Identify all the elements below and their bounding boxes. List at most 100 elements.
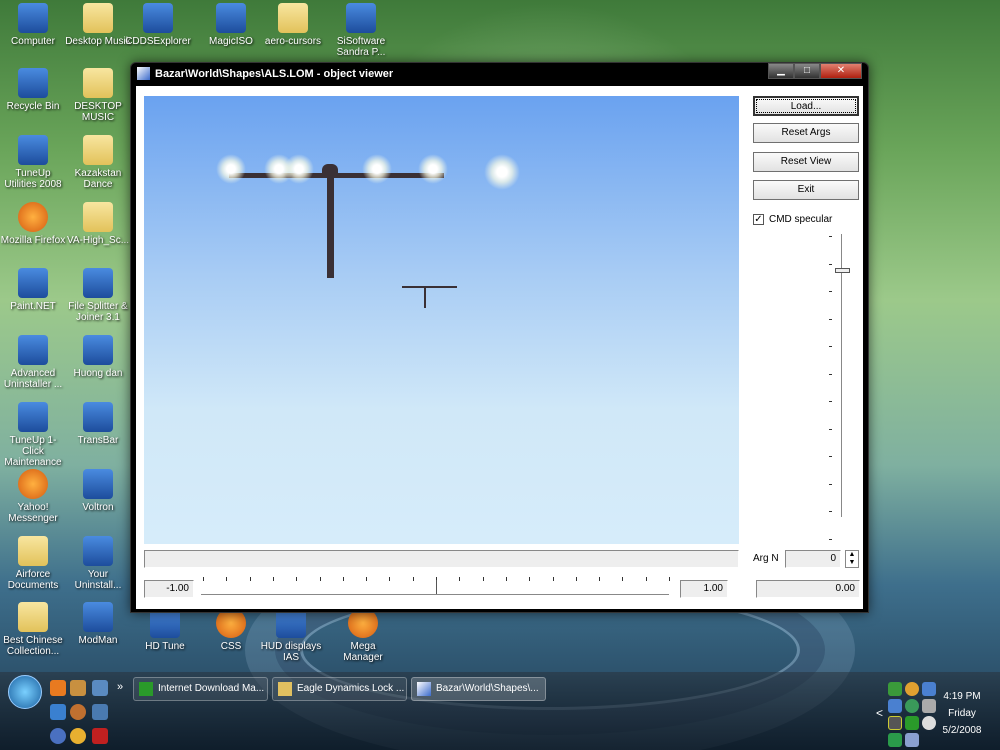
desktop-icon[interactable]: Airforce Documents xyxy=(0,536,66,591)
desktop-icon[interactable]: HUD displays IAS xyxy=(258,608,324,663)
quicklaunch-overflow[interactable]: » xyxy=(117,681,123,693)
slider-tick xyxy=(829,346,832,347)
your-uninstaller-quicklaunch-icon[interactable] xyxy=(50,728,66,744)
desktop-icon[interactable]: aero-cursors xyxy=(260,3,326,47)
desktop-icon[interactable]: Huong dan xyxy=(65,335,131,379)
utorrent-tray-icon[interactable] xyxy=(905,699,919,713)
desktop-icon[interactable]: Computer xyxy=(0,3,66,47)
load-button[interactable]: Load... xyxy=(753,96,859,116)
slider-tick xyxy=(829,538,832,540)
desktop-icon[interactable]: Paint.NET xyxy=(0,268,66,312)
tools-quicklaunch-icon[interactable] xyxy=(70,680,86,696)
desktop-quicklaunch-icon[interactable] xyxy=(92,680,108,696)
slider-tick xyxy=(829,511,832,512)
info-quicklaunch-icon[interactable] xyxy=(70,704,86,720)
lamp-glow xyxy=(362,154,392,184)
computer-icon xyxy=(18,3,48,33)
folder-icon xyxy=(18,536,48,566)
desktop-icon[interactable]: TuneUp Utilities 2008 xyxy=(0,135,66,190)
desktop-icon[interactable]: HD Tune xyxy=(132,608,198,652)
checkbox-check-icon[interactable]: ✓ xyxy=(753,214,764,225)
flag-tray-icon[interactable] xyxy=(905,716,919,730)
desktop-icon[interactable]: Advanced Uninstaller ... xyxy=(0,335,66,390)
slider-tick xyxy=(552,577,554,581)
desktop-icon[interactable]: TransBar xyxy=(65,402,131,446)
slider-tick xyxy=(829,318,832,320)
gear-tray-icon[interactable] xyxy=(905,682,919,696)
task-label: Bazar\World\Shapes\... xyxy=(436,683,539,694)
desktop-icon-label: CDDSExplorer xyxy=(125,36,191,47)
monitor-tray-icon[interactable] xyxy=(888,716,902,730)
slider-tick xyxy=(529,577,531,581)
distant-pole xyxy=(424,286,426,308)
desktop-icon[interactable]: CSS xyxy=(198,608,264,652)
e-tray-icon[interactable] xyxy=(905,733,919,747)
network-tray-icon[interactable] xyxy=(888,682,902,696)
3d-viewport[interactable] xyxy=(144,96,739,544)
tuneup-icon xyxy=(18,135,48,165)
desktop-icon[interactable]: Best Chinese Collection... xyxy=(0,602,66,657)
desktop-icon-label: HUD displays IAS xyxy=(260,641,322,663)
network-tray-icon[interactable] xyxy=(888,699,902,713)
folder-icon xyxy=(18,602,48,632)
window-client: Load... Reset Args Reset View Exit ✓ CMD … xyxy=(136,86,863,609)
lamp-glow xyxy=(216,154,246,184)
desktop-icon[interactable]: Voltron xyxy=(65,469,131,513)
clock[interactable]: 4:19 PM Friday 5/2/2008 xyxy=(930,688,994,739)
desktop-icon[interactable]: MagicISO xyxy=(198,3,264,47)
arg-n-label: Arg N xyxy=(753,553,779,564)
desktop-icon[interactable]: Yahoo! Messenger xyxy=(0,469,66,524)
desktop-icon-label: Mozilla Firefox xyxy=(0,235,66,246)
desktop-icon[interactable]: Mega Manager xyxy=(330,608,396,663)
firefox-quicklaunch-icon[interactable] xyxy=(50,680,66,696)
slider-tick xyxy=(645,577,647,581)
desktop-icon[interactable]: Mozilla Firefox xyxy=(0,202,66,246)
slider-tick xyxy=(412,577,414,581)
close-button[interactable]: ✕ xyxy=(820,63,862,79)
desktop-icon[interactable]: ModMan xyxy=(65,602,131,646)
task-object-viewer[interactable]: Bazar\World\Shapes\... xyxy=(411,677,546,701)
reset-args-button[interactable]: Reset Args xyxy=(753,123,859,143)
desktop-icon-label: SiSoftware Sandra P... xyxy=(336,36,386,58)
desktop-icon[interactable]: VA-High_Sc... xyxy=(65,202,131,246)
exit-button[interactable]: Exit xyxy=(753,180,859,200)
desktop-icon[interactable]: Kazakstan Dance xyxy=(65,135,131,190)
desktop-icon-label: Mega Manager xyxy=(343,641,383,663)
kaspersky-quicklaunch-icon[interactable] xyxy=(92,728,108,744)
desktop-icon-label: ModMan xyxy=(78,635,118,646)
desktop-icon[interactable]: Your Uninstall... xyxy=(65,536,131,591)
desktop-icon[interactable]: Recycle Bin xyxy=(0,68,66,112)
tray-expand-button[interactable]: < xyxy=(876,706,883,720)
slider-tick xyxy=(829,373,832,375)
your-uninstaller-icon xyxy=(83,536,113,566)
maximize-button[interactable]: □ xyxy=(794,63,820,79)
vertical-slider-track[interactable] xyxy=(841,234,844,517)
modman-quicklaunch-icon[interactable] xyxy=(92,704,108,720)
slider-tick xyxy=(342,577,344,581)
desktop-icon[interactable]: SiSoftware Sandra P... xyxy=(328,3,394,58)
yahoo-quicklaunch-icon[interactable] xyxy=(70,728,86,744)
desktop-icon-label: Huong dan xyxy=(73,368,123,379)
reset-view-button[interactable]: Reset View xyxy=(753,152,859,172)
minimize-button[interactable]: ▁ xyxy=(768,63,794,79)
clock-day: Friday xyxy=(948,708,976,719)
desktop-icon-label: TuneUp Utilities 2008 xyxy=(4,168,62,190)
desktop-icon[interactable]: TuneUp 1-Click Maintenance xyxy=(0,402,66,468)
start-button[interactable] xyxy=(8,675,42,709)
arg-n-input[interactable]: 0 xyxy=(785,550,841,568)
desktop-icon[interactable]: DESKTOP MUSIC xyxy=(65,68,131,123)
cmd-specular-checkbox[interactable]: ✓ CMD specular xyxy=(753,214,832,225)
arg-slider-thumb[interactable] xyxy=(436,580,442,594)
vertical-slider-thumb[interactable] xyxy=(835,268,850,273)
arg-n-spinner[interactable]: ▲ ▼ xyxy=(845,550,859,568)
folder-icon xyxy=(278,3,308,33)
task-internet-download-manager[interactable]: Internet Download Ma... xyxy=(133,677,268,701)
desktop-icon[interactable]: Desktop Musik xyxy=(65,3,131,47)
ie-quicklaunch-icon[interactable] xyxy=(50,704,66,720)
arrows-tray-icon[interactable] xyxy=(888,733,902,747)
task-eagle-dynamics-folder[interactable]: Eagle Dynamics Lock ... xyxy=(272,677,407,701)
desktop-icon[interactable]: CDDSExplorer xyxy=(125,3,191,47)
arg-slider-track[interactable] xyxy=(201,594,669,597)
desktop-icon[interactable]: File Splitter & Joiner 3.1 xyxy=(65,268,131,323)
folder-icon xyxy=(83,135,113,165)
